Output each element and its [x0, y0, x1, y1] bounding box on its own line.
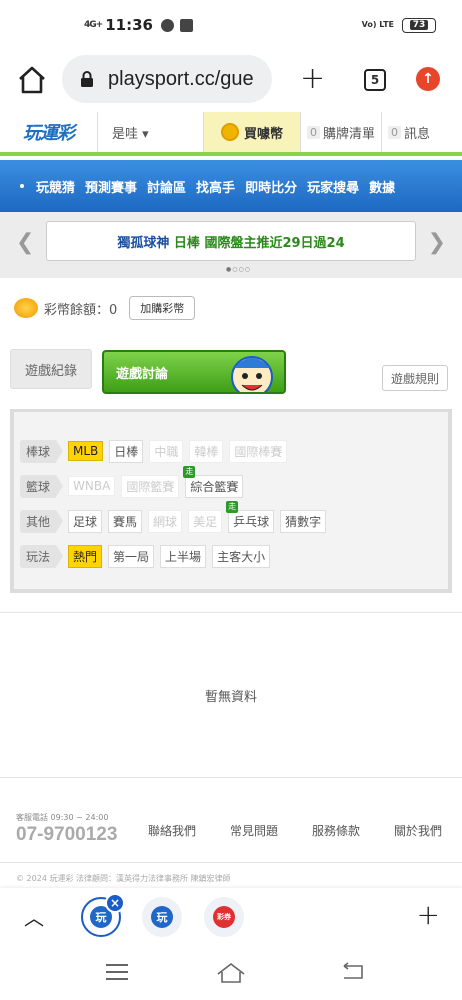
- filter-chip-hot[interactable]: 熱門: [68, 544, 103, 568]
- address-bar[interactable]: playsport.cc/gue: [62, 55, 272, 103]
- url-text: playsport.cc/gue: [108, 67, 254, 90]
- filter-chip-mixed-basketball[interactable]: 走綜合籃賽: [183, 465, 244, 498]
- coin-badge-icon: [14, 298, 38, 318]
- filter-panel: 棒球 MLB 日棒 中職 韓棒 國際棒賽 籃球 WNBA 國際籃賽 走綜合籃賽 …: [10, 409, 452, 593]
- battery-icon: 73: [402, 17, 436, 33]
- filter-row-play-type: 玩法 熱門 第一局 上半場 主客大小: [20, 544, 442, 568]
- mail-icon: [179, 18, 193, 32]
- footer-link-terms[interactable]: 服務條款: [312, 822, 360, 839]
- messages-link[interactable]: 0 訊息: [381, 112, 436, 152]
- tab-lottery[interactable]: 彩券: [204, 897, 244, 937]
- close-icon[interactable]: ×: [105, 893, 125, 913]
- filter-row-basketball: 籃球 WNBA 國際籃賽 走綜合籃賽: [20, 465, 442, 498]
- nav-item-predict[interactable]: 預測賽事: [85, 177, 137, 196]
- filter-chip-horse-racing[interactable]: 賽馬: [108, 509, 143, 533]
- signal-indicator: 4G+: [84, 20, 103, 30]
- filter-chip-cpbl: 中職: [149, 439, 184, 463]
- browser-tab-strip: ︿ 玩 × 玩 彩券 +: [0, 888, 462, 946]
- recent-apps-icon[interactable]: [106, 964, 128, 985]
- nav-item-player-search[interactable]: 玩家搜尋: [307, 177, 359, 196]
- nav-item-experts[interactable]: 找高手: [196, 177, 235, 196]
- walk-badge: 走: [183, 465, 196, 478]
- browser-toolbar: playsport.cc/gue + 5 ↑: [0, 50, 462, 110]
- home-button-icon[interactable]: [216, 962, 246, 984]
- system-nav-bar: [0, 946, 462, 1000]
- main-nav: 玩競猜 預測賽事 討論區 找高手 即時比分 玩家搜尋 數據: [0, 160, 462, 212]
- nav-item-guess[interactable]: 玩競猜: [36, 177, 75, 196]
- back-icon[interactable]: [340, 962, 366, 982]
- filter-chip-npb[interactable]: 日棒: [109, 439, 144, 463]
- promo-banner: ❮ 獨孤球神 日棒 國際盤主推近29日過24 ❯ ●○○○: [0, 212, 462, 278]
- status-bar: 4G+ 11:36 Vo) LTE 73: [0, 0, 462, 50]
- footer-links: 聯絡我們 常見問題 服務條款 關於我們: [148, 822, 442, 839]
- add-tab-icon[interactable]: +: [417, 898, 440, 931]
- tab-playsport[interactable]: 玩: [142, 897, 182, 937]
- mascot-icon: [231, 356, 273, 392]
- filter-chip-football: 美足: [188, 509, 223, 533]
- banner-pager: ●○○○: [226, 266, 251, 273]
- coin-balance: 彩幣餘額：0 加購彩幣: [14, 296, 196, 320]
- walk-badge: 走: [226, 500, 239, 513]
- site-favicon-icon: 玩: [151, 906, 173, 928]
- footer-link-faq[interactable]: 常見問題: [230, 822, 278, 839]
- filter-label: 棒球: [20, 439, 64, 463]
- filter-label: 籃球: [20, 474, 64, 498]
- filter-chip-soccer[interactable]: 足球: [68, 509, 103, 533]
- new-tab-icon[interactable]: +: [300, 64, 325, 94]
- filter-chip-intl-basketball: 國際籃賽: [121, 474, 180, 498]
- tab-game-discussion[interactable]: 遊戲討論: [102, 350, 286, 394]
- filter-chip-home-away-total[interactable]: 主客大小: [212, 544, 271, 568]
- filter-chip-mlb[interactable]: MLB: [68, 441, 104, 461]
- banner-message[interactable]: 獨孤球神 日棒 國際盤主推近29日過24: [46, 221, 416, 261]
- filter-chip-first-half[interactable]: 上半場: [160, 544, 207, 568]
- balance-label: 彩幣餘額：0: [44, 302, 118, 318]
- clock: 11:36: [105, 16, 153, 34]
- empty-state-text: 暫無資料: [204, 689, 257, 705]
- purchase-list-link[interactable]: 0 購牌清單: [300, 112, 381, 152]
- filter-chip-table-tennis[interactable]: 走乒乓球: [226, 500, 275, 533]
- footer-link-contact[interactable]: 聯絡我們: [148, 822, 196, 839]
- filter-chip-number-guess[interactable]: 猜數字: [280, 509, 327, 533]
- filter-chip-kbo: 韓棒: [189, 439, 224, 463]
- nav-item-live-score[interactable]: 即時比分: [245, 177, 297, 196]
- home-icon[interactable]: [16, 64, 48, 96]
- filter-chip-first-inning[interactable]: 第一局: [108, 544, 155, 568]
- site-logo[interactable]: 玩運彩: [0, 112, 98, 152]
- results-panel: 暫無資料: [0, 612, 462, 778]
- lock-icon: [81, 71, 93, 87]
- lottery-favicon-icon: 彩券: [213, 906, 235, 928]
- filter-row-baseball: 棒球 MLB 日棒 中職 韓棒 國際棒賽: [20, 439, 442, 463]
- site-header: 玩運彩 是哇 ▾ 買噱幣 0 購牌清單 0 訊息: [0, 112, 462, 156]
- footer-link-about[interactable]: 關於我們: [394, 822, 442, 839]
- chevron-up-icon[interactable]: ︿: [24, 902, 44, 931]
- site-footer: 客服電話 09:30 ~ 24:00 07-9700123 聯絡我們 常見問題 …: [16, 812, 450, 860]
- buy-coin-button[interactable]: 買噱幣: [204, 112, 300, 152]
- nav-item-forum[interactable]: 討論區: [147, 177, 186, 196]
- nav-bullet: [20, 184, 24, 188]
- banner-next-icon[interactable]: ❯: [428, 230, 446, 255]
- notification-icon: [160, 18, 174, 32]
- tab-switcher-button[interactable]: 5: [364, 69, 386, 91]
- network-indicator: Vo) LTE: [361, 20, 394, 29]
- user-menu[interactable]: 是哇 ▾: [98, 112, 204, 152]
- nav-item-data[interactable]: 數據: [369, 177, 395, 196]
- game-rules-button[interactable]: 遊戲規則: [382, 365, 448, 391]
- filter-label: 玩法: [20, 544, 64, 568]
- filter-chip-tennis: 網球: [148, 509, 183, 533]
- tab-playsport-active[interactable]: 玩 ×: [81, 893, 125, 937]
- add-coin-button[interactable]: 加購彩幣: [129, 296, 196, 320]
- filter-chip-wnba: WNBA: [68, 476, 116, 496]
- update-icon[interactable]: ↑: [416, 67, 440, 91]
- filter-chip-intl-baseball: 國際棒賽: [229, 439, 288, 463]
- banner-prev-icon[interactable]: ❮: [16, 230, 34, 255]
- tab-game-record[interactable]: 遊戲紀錄: [10, 349, 92, 389]
- filter-row-other: 其他 足球 賽馬 網球 美足 走乒乓球 猜數字: [20, 500, 442, 533]
- coin-icon: [220, 123, 239, 141]
- filter-label: 其他: [20, 509, 64, 533]
